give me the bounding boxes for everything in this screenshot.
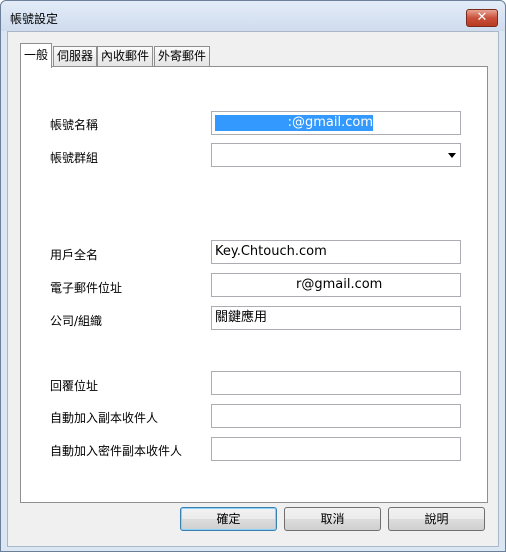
email-label: 電子郵件位址: [50, 281, 123, 295]
title-bar[interactable]: 帳號設定 ✕: [1, 1, 505, 31]
account-name-selected-text: :@gmail.com: [215, 115, 373, 131]
close-icon: ✕: [476, 10, 488, 25]
dialog-body: 一般 伺服器 內收郵件 外寄郵件 帳號名稱 :@gmail.com 帳號群組 用…: [7, 31, 499, 547]
auto-cc-field[interactable]: [211, 404, 461, 428]
account-name-field[interactable]: :@gmail.com: [211, 111, 461, 135]
close-button[interactable]: ✕: [466, 9, 498, 27]
auto-bcc-field[interactable]: [211, 437, 461, 461]
general-tab-panel: 帳號名稱 :@gmail.com 帳號群組 用戶全名 Key.Chtouch.c…: [20, 66, 488, 503]
organization-label: 公司/組織: [50, 314, 103, 328]
reply-to-field[interactable]: [211, 371, 461, 395]
dialog-title: 帳號設定: [10, 12, 59, 26]
tab-general[interactable]: 一般: [20, 43, 53, 68]
account-group-label: 帳號群組: [50, 151, 99, 165]
auto-bcc-label: 自動加入密件副本收件人: [50, 444, 183, 458]
account-name-label: 帳號名稱: [50, 118, 99, 132]
full-name-field[interactable]: Key.Chtouch.com: [211, 240, 461, 264]
organization-field[interactable]: 關鍵應用: [211, 306, 461, 330]
tab-incoming-mail[interactable]: 內收郵件: [97, 46, 154, 67]
auto-cc-label: 自動加入副本收件人: [50, 411, 159, 425]
tab-server[interactable]: 伺服器: [53, 46, 98, 67]
account-group-select[interactable]: [211, 143, 461, 167]
full-name-label: 用戶全名: [50, 248, 99, 262]
help-button[interactable]: 說明: [388, 507, 485, 531]
reply-to-label: 回覆位址: [50, 379, 99, 393]
account-settings-dialog: 帳號設定 ✕ 一般 伺服器 內收郵件 外寄郵件 帳號名稱 :@gmail.com…: [0, 0, 506, 552]
chevron-down-icon: [448, 153, 456, 158]
cancel-button[interactable]: 取消: [284, 507, 381, 531]
tab-outgoing-mail[interactable]: 外寄郵件: [154, 46, 211, 67]
email-field[interactable]: r@gmail.com: [211, 273, 461, 297]
ok-button[interactable]: 確定: [180, 507, 277, 531]
